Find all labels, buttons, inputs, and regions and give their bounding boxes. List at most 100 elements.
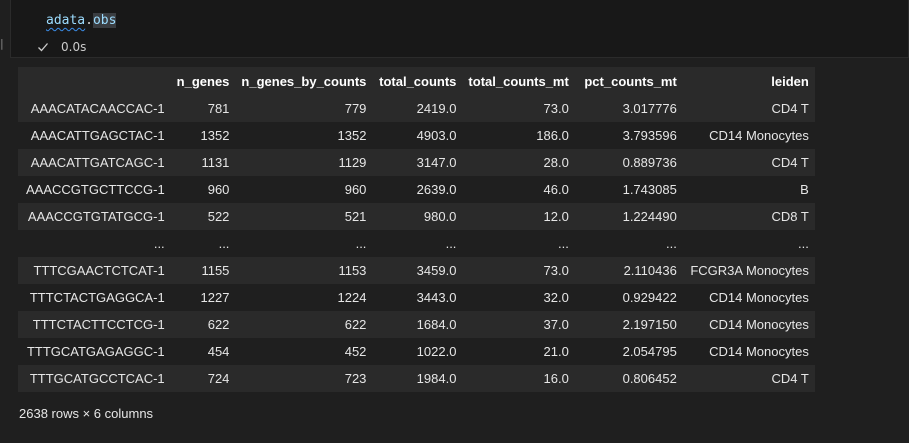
column-header: n_genes_by_counts: [235, 67, 373, 95]
table-cell: 2.110436: [574, 257, 683, 284]
table-cell: 1155: [170, 257, 236, 284]
row-index-cell: AAACATTGAGCTAC-1: [18, 122, 171, 149]
cell-gutter-marker: |: [0, 37, 4, 50]
code-cell[interactable]: adata.obs 0.0s: [10, 0, 909, 58]
table-cell: ...: [574, 230, 683, 257]
table-cell: 781: [170, 95, 236, 122]
table-cell: 1227: [170, 284, 236, 311]
table-cell: CD4 T: [682, 365, 815, 392]
table-cell: 73.0: [462, 257, 575, 284]
table-cell: FCGR3A Monocytes: [682, 257, 815, 284]
table-row: AAACATTGATCAGC-1 1131 1129 3147.0 28.0 0.8897…: [18, 149, 815, 176]
code-line[interactable]: adata.obs: [46, 12, 117, 30]
table-cell: ...: [235, 230, 373, 257]
table-cell: 522: [170, 203, 236, 230]
column-header: leiden: [682, 67, 815, 95]
table-row: TTTCTACTGAGGCA-1 1227 1224 3443.0 32.0 0.9294…: [18, 284, 815, 311]
table-row: AAACCGTGTATGCG-1 522 521 980.0 12.0 1.224490 C…: [18, 203, 815, 230]
column-header: total_counts: [372, 67, 463, 95]
table-cell: 0.929422: [574, 284, 683, 311]
row-index-cell: TTTCTACTTCCTCG-1: [18, 311, 171, 338]
table-cell: 1022.0: [372, 338, 463, 365]
column-header-index: [18, 67, 171, 95]
table-cell: 186.0: [462, 122, 575, 149]
row-index-cell: TTTGCATGCCTCAC-1: [18, 365, 171, 392]
column-header: total_counts_mt: [462, 67, 575, 95]
table-summary: 2638 rows × 6 columns: [19, 406, 154, 421]
table-cell: 0.806452: [574, 365, 683, 392]
row-index-cell: AAACCGTGTATGCG-1: [18, 203, 171, 230]
table-cell: 3459.0: [372, 257, 463, 284]
table-cell: B: [682, 176, 815, 203]
table-cell: 1.224490: [574, 203, 683, 230]
table-cell: 12.0: [462, 203, 575, 230]
table-cell: 521: [235, 203, 373, 230]
table-row: TTTCGAACTCTCAT-1 1155 1153 3459.0 73.0 2.1104…: [18, 257, 815, 284]
table-cell: 1153: [235, 257, 373, 284]
execution-time: 0.0s: [61, 40, 87, 54]
table-cell: 3147.0: [372, 149, 463, 176]
table-cell: ...: [170, 230, 236, 257]
table-cell: CD4 T: [682, 149, 815, 176]
table-cell: 46.0: [462, 176, 575, 203]
table-cell: ...: [462, 230, 575, 257]
row-index-cell: AAACATACAACCAC-1: [18, 95, 171, 122]
table-cell: 21.0: [462, 338, 575, 365]
table-cell: 1352: [235, 122, 373, 149]
table-row: TTTCTACTTCCTCG-1 622 622 1684.0 37.0 2.197150…: [18, 311, 815, 338]
execution-status: 0.0s: [37, 38, 86, 56]
table-cell: 3443.0: [372, 284, 463, 311]
table-row: TTTGCATGAGAGGC-1 454 452 1022.0 21.0 2.054795…: [18, 338, 815, 365]
table-cell: CD4 T: [682, 95, 815, 122]
table-cell: 1984.0: [372, 365, 463, 392]
table-cell: 1684.0: [372, 311, 463, 338]
table-cell: 724: [170, 365, 236, 392]
row-index-cell: AAACATTGATCAGC-1: [18, 149, 171, 176]
table-row: AAACCGTGCTTCCG-1 960 960 2639.0 46.0 1.743085…: [18, 176, 815, 203]
table-cell: ...: [682, 230, 815, 257]
table-cell: 622: [170, 311, 236, 338]
check-icon: [37, 41, 49, 53]
table-cell: 2.197150: [574, 311, 683, 338]
table-cell: 1131: [170, 149, 236, 176]
column-header: n_genes: [170, 67, 236, 95]
table-cell: 1352: [170, 122, 236, 149]
table-row: AAACATACAACCAC-1 781 779 2419.0 73.0 3.017776…: [18, 95, 815, 122]
table-row: TTTGCATGCCTCAC-1 724 723 1984.0 16.0 0.806452…: [18, 365, 815, 392]
table-cell: 3.017776: [574, 95, 683, 122]
table-cell: CD14 Monocytes: [682, 311, 815, 338]
table-cell: 2.054795: [574, 338, 683, 365]
table-cell: 2419.0: [372, 95, 463, 122]
table-cell: CD8 T: [682, 203, 815, 230]
cell-output: n_genes n_genes_by_counts total_counts t…: [18, 67, 815, 392]
table-cell: 622: [235, 311, 373, 338]
table-body: AAACATACAACCAC-1 781 779 2419.0 73.0 3.017776…: [18, 95, 815, 392]
table-row: AAACATTGAGCTAC-1 1352 1352 4903.0 186.0 3.793…: [18, 122, 815, 149]
code-attribute: obs: [92, 13, 117, 28]
row-index-cell: AAACCGTGCTTCCG-1: [18, 176, 171, 203]
table-cell: 16.0: [462, 365, 575, 392]
table-cell: 779: [235, 95, 373, 122]
table-cell: 1129: [235, 149, 373, 176]
table-cell: CD14 Monocytes: [682, 122, 815, 149]
table-cell: 1224: [235, 284, 373, 311]
code-dot: .: [85, 13, 93, 28]
table-cell: 28.0: [462, 149, 575, 176]
table-cell: 73.0: [462, 95, 575, 122]
table-cell: 960: [170, 176, 236, 203]
table-cell: 454: [170, 338, 236, 365]
table-cell: 3.793596: [574, 122, 683, 149]
column-header: pct_counts_mt: [574, 67, 683, 95]
table-cell: 723: [235, 365, 373, 392]
table-cell: 37.0: [462, 311, 575, 338]
code-variable: adata: [46, 13, 86, 28]
table-cell: 452: [235, 338, 373, 365]
table-cell: CD14 Monocytes: [682, 284, 815, 311]
table-cell: 4903.0: [372, 122, 463, 149]
table-cell: CD14 Monocytes: [682, 338, 815, 365]
row-index-cell: ...: [18, 230, 171, 257]
table-cell: 1.743085: [574, 176, 683, 203]
table-header-row: n_genes n_genes_by_counts total_counts t…: [18, 67, 815, 95]
table-cell: 2639.0: [372, 176, 463, 203]
table-cell: 32.0: [462, 284, 575, 311]
